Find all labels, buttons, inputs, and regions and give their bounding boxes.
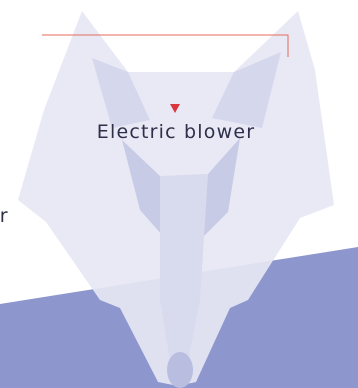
edge-label: er	[0, 205, 8, 227]
fox-nose	[167, 352, 193, 388]
product-label: Electric blower	[96, 121, 256, 143]
fox-illustration	[0, 11, 358, 388]
